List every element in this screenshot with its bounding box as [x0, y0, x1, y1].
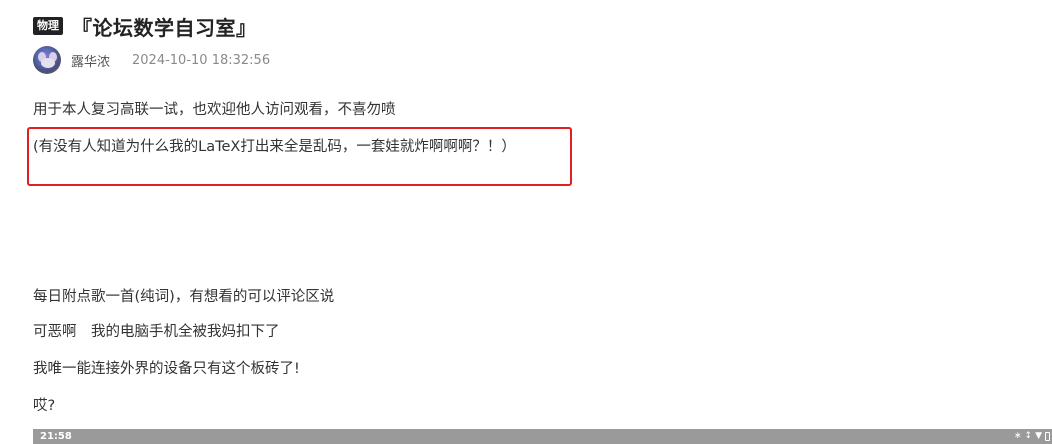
- category-tag[interactable]: 物理: [33, 17, 63, 35]
- avatar[interactable]: [33, 46, 61, 74]
- content-paragraph-3: 每日附点歌一首(纯词)，有想看的可以评论区说: [33, 289, 335, 305]
- avatar-face: [41, 58, 55, 68]
- content-paragraph-5: 我唯一能连接外界的设备只有这个板砖了!: [33, 361, 300, 377]
- content-paragraph-6: 哎?: [33, 398, 56, 414]
- post-timestamp: 2024-10-10 18:32:56: [132, 52, 271, 68]
- content-paragraph-4: 可恶啊 我的电脑手机全被我妈扣下了: [33, 324, 280, 340]
- vibrate-icon: ↕: [1024, 431, 1033, 441]
- post-header: 物理 『论坛数学自习室』: [33, 12, 257, 40]
- bluetooth-icon: ∗: [1013, 431, 1022, 441]
- content-paragraph-1: 用于本人复习高联一试，也欢迎他人访问观看，不喜勿喷: [33, 102, 396, 118]
- author-name[interactable]: 露华浓: [71, 51, 110, 70]
- wifi-icon: ▼: [1035, 431, 1042, 441]
- status-icons: ∗ ↕ ▼: [1014, 430, 1050, 443]
- content-paragraph-2: (有没有人知道为什么我的LaTeX打出来全是乱码，一套娃就炸啊啊啊？！）: [33, 139, 516, 155]
- status-time: 21:58: [40, 431, 72, 442]
- embedded-phone-status-bar: 21:58 ∗ ↕ ▼: [33, 429, 1052, 444]
- battery-icon: [1045, 432, 1050, 441]
- post-title: 『论坛数学自习室』: [72, 15, 257, 40]
- post-meta: 露华浓 2024-10-10 18:32:56: [33, 46, 270, 74]
